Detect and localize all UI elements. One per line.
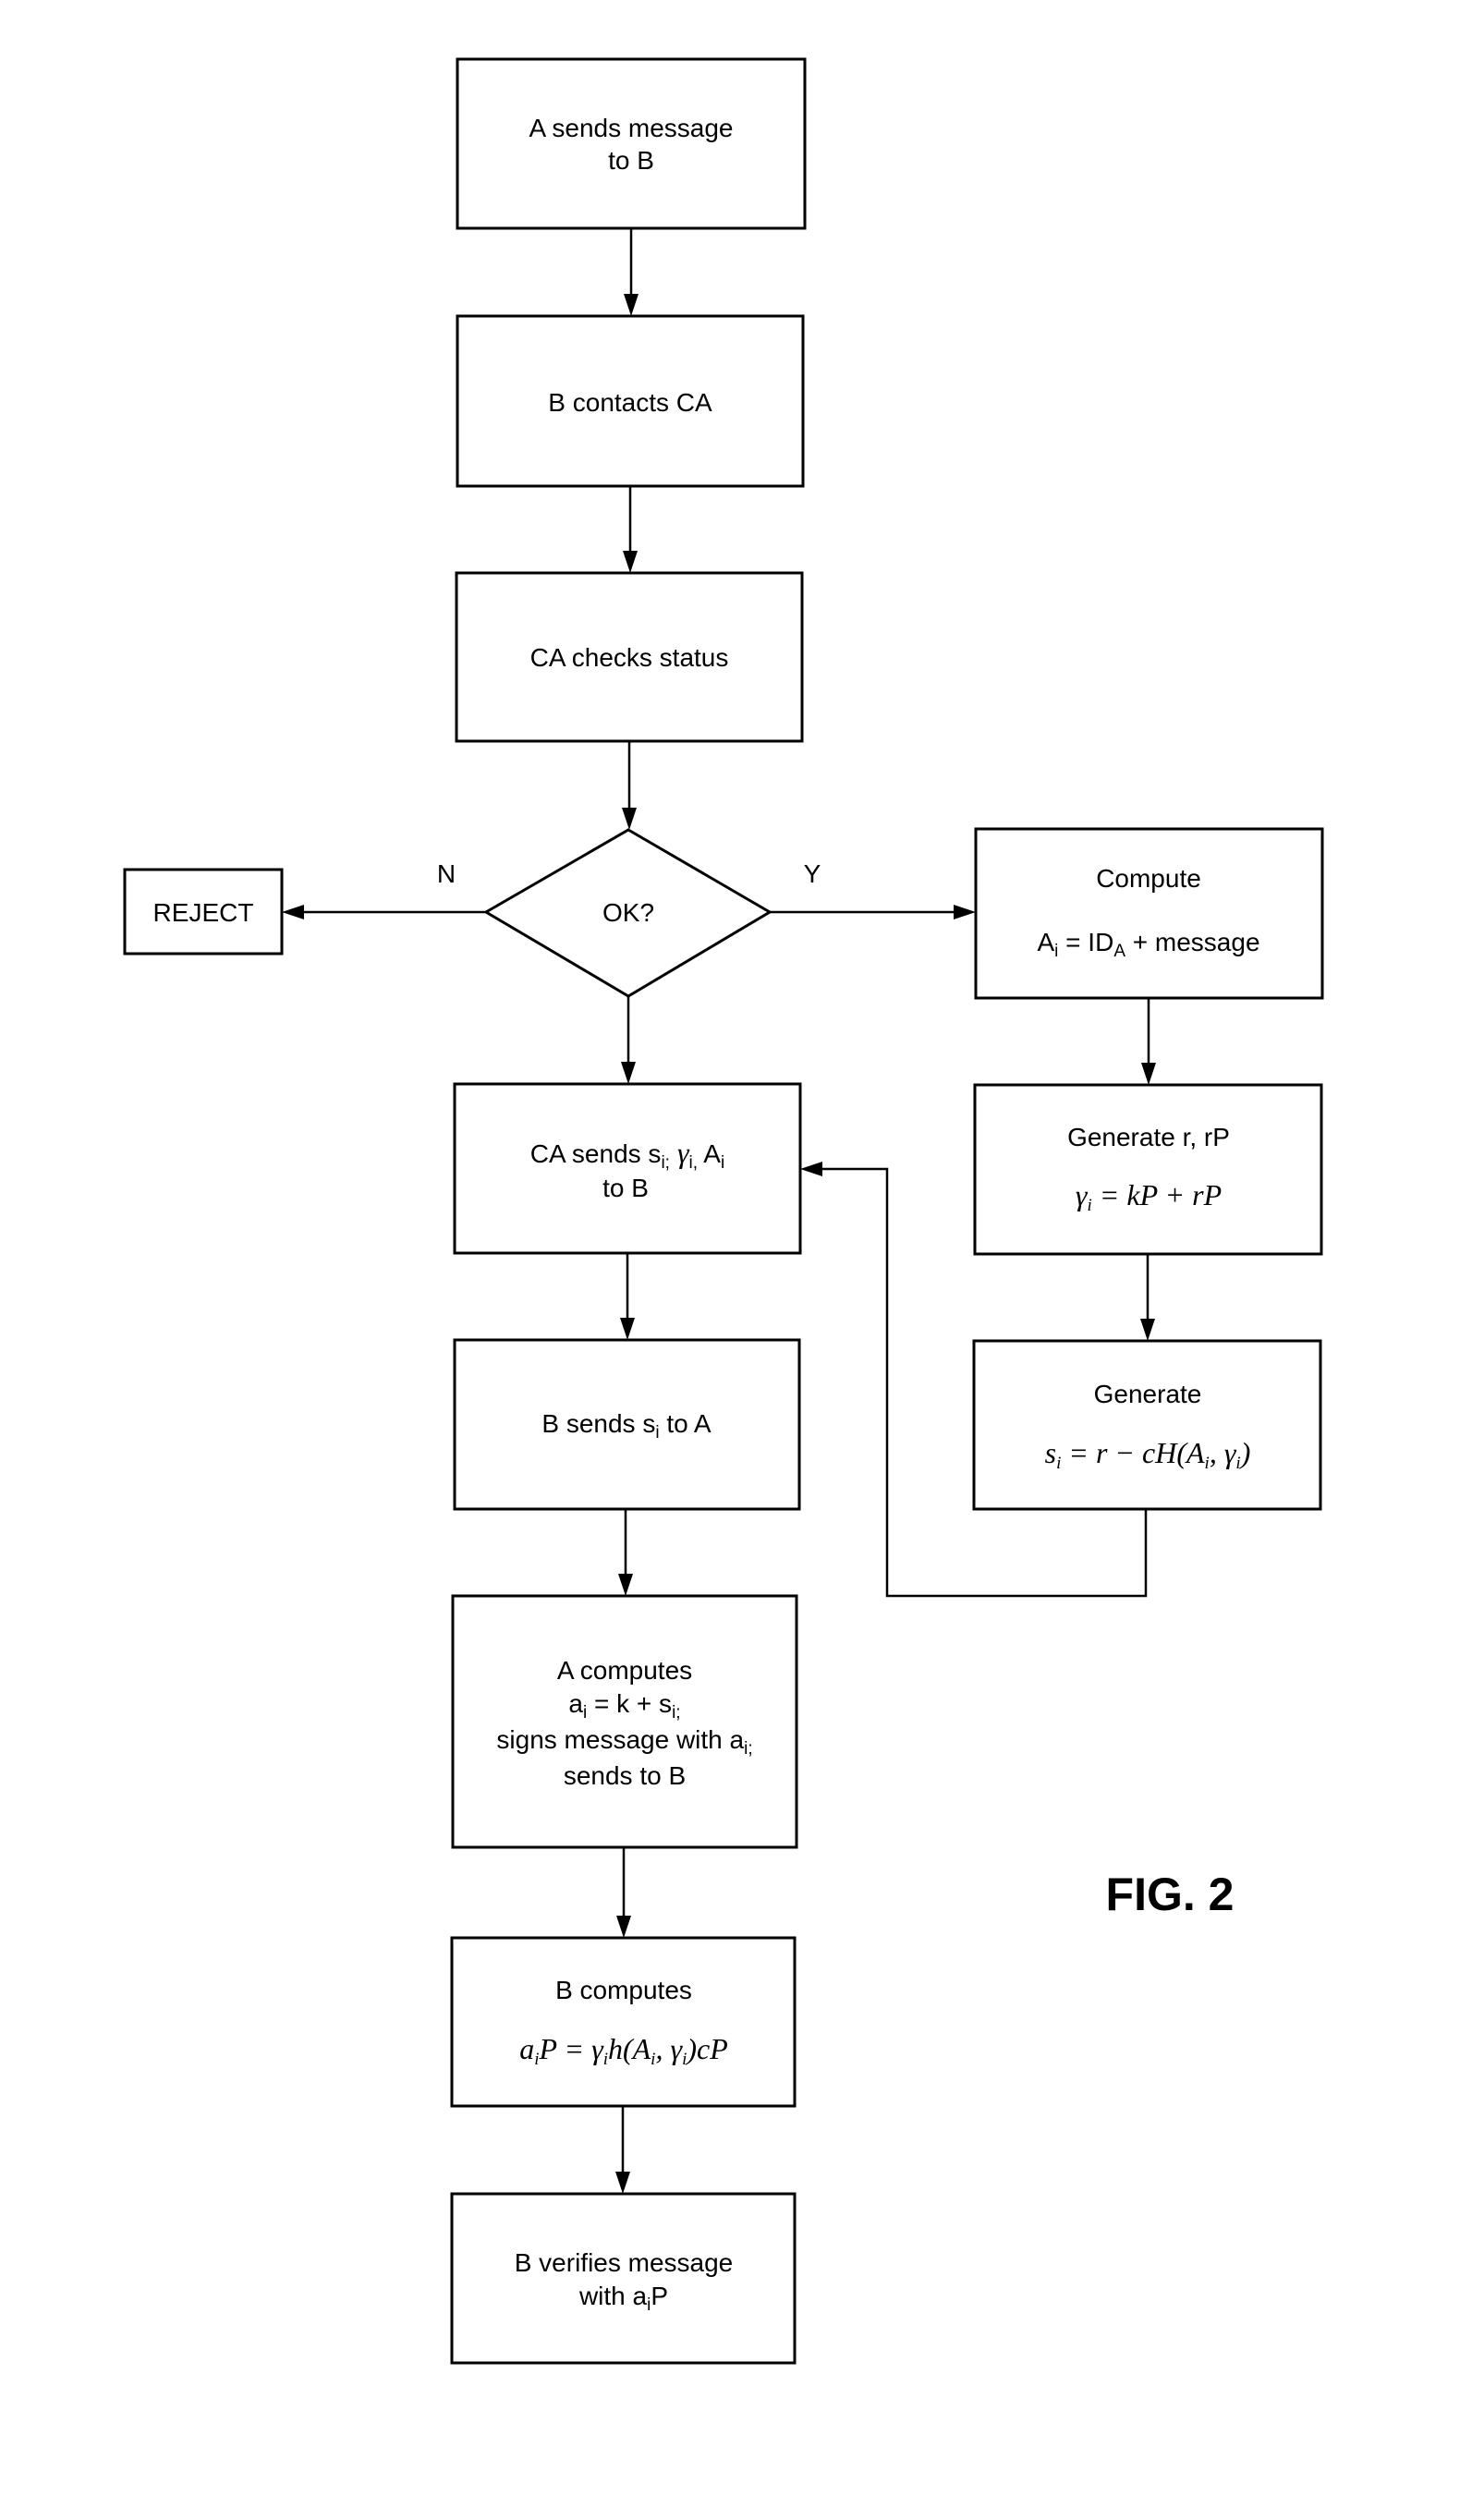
a-computes-line3: signs message with ai; (496, 1725, 752, 1759)
ca-checks-text: CA checks status (530, 643, 729, 672)
b-contacts-text: B contacts CA (548, 388, 712, 417)
node-ca-sends (453, 1082, 802, 1255)
b-computes-formula: aiP = γih(Ai, γi)cP (519, 2032, 728, 2069)
decision-yes-label: Y (804, 859, 821, 888)
connector-8 (618, 1509, 633, 1596)
connector-3 (622, 741, 637, 830)
compute-formula: Ai = IDA + message (1037, 928, 1259, 961)
connector-10 (615, 2106, 630, 2194)
connector-4 (621, 996, 636, 1084)
b-computes-title: B computes (555, 1976, 692, 2004)
reject-label: REJECT (153, 898, 254, 927)
b-verifies-line2: with aiP (578, 2282, 668, 2315)
connector-2 (623, 486, 638, 573)
connector-1 (624, 228, 639, 316)
node-a-computes (451, 1594, 798, 1849)
node-generate-r (973, 1083, 1323, 1256)
figure-label: FIG. 2 (1106, 1869, 1235, 1920)
connector-5 (1141, 998, 1156, 1085)
generate-r-title: Generate r, rP (1067, 1123, 1230, 1151)
node-b-verifies (450, 2192, 797, 2365)
b-sends-text: B sends si to A (541, 1409, 712, 1443)
connector-yes (770, 905, 976, 919)
connector-6 (1140, 1254, 1155, 1341)
node-a-sends-message (456, 57, 807, 230)
decision-no-label: N (437, 859, 456, 888)
node-generate-s (972, 1339, 1322, 1511)
a-sends-line1: A sends message (529, 114, 733, 142)
node-b-computes (450, 1936, 797, 2108)
node-compute (974, 827, 1324, 1000)
ca-sends-line2: to B (602, 1174, 649, 1202)
a-computes-line1: A computes (557, 1656, 692, 1685)
a-sends-line2: to B (608, 146, 654, 175)
b-verifies-line1: B verifies message (515, 2248, 734, 2277)
connector-7 (620, 1253, 635, 1340)
compute-title: Compute (1096, 864, 1201, 893)
connector-no (282, 905, 486, 919)
flowchart: A sends message to B B contacts CA CA ch… (123, 57, 1324, 2365)
generate-s-formula: si = r − cH(Ai, γi) (1045, 1436, 1251, 1473)
a-computes-line4: sends to B (564, 1761, 686, 1790)
connector-9 (616, 1847, 631, 1938)
generate-s-title: Generate (1094, 1380, 1202, 1408)
generate-r-formula: γi = kP + rP (1076, 1178, 1222, 1215)
decision-label: OK? (602, 898, 654, 927)
